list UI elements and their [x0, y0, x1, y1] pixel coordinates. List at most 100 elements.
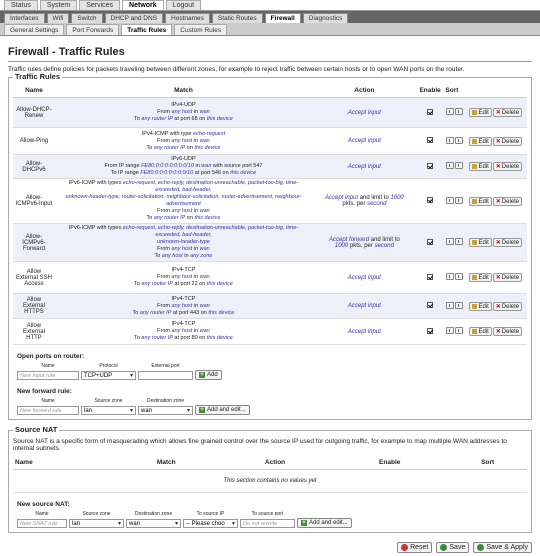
nav2-tab-dhcp-and-dns[interactable]: DHCP and DNS [104, 13, 164, 23]
top-menu: Status System Services Network Logout [0, 0, 540, 11]
empty-row: This section contains no values yet [13, 469, 527, 493]
rule-buttons: Edit ✕Delete [466, 97, 527, 128]
protocol-select[interactable]: TCP+UDP [81, 371, 136, 380]
enable-checkbox[interactable] [427, 162, 434, 169]
delete-button[interactable]: ✕Delete [492, 327, 523, 336]
match-text: To [132, 309, 140, 316]
empty-message: This section contains no values yet [13, 469, 527, 493]
edit-button[interactable]: Edit [469, 238, 492, 247]
move-up-button[interactable] [445, 162, 454, 169]
match-text: To IP range [110, 170, 141, 176]
save-apply-label: Save & Apply [486, 543, 528, 551]
move-down-button[interactable] [454, 162, 463, 169]
nav3-tab-general-settings[interactable]: General Settings [4, 24, 65, 35]
move-down-button[interactable] [454, 301, 463, 309]
edit-button[interactable]: Edit [469, 327, 492, 336]
edit-button[interactable]: Edit [469, 196, 492, 206]
delete-button[interactable]: ✕Delete [492, 301, 523, 311]
move-down-button[interactable] [454, 327, 463, 334]
move-up-button[interactable] [445, 136, 454, 144]
nav2-tab-diagnostics[interactable]: Diagnostics [302, 13, 349, 23]
move-up-button[interactable] [445, 301, 454, 309]
enable-checkbox[interactable] [427, 238, 434, 245]
save-apply-button[interactable]: Save & Apply [473, 542, 532, 553]
move-up-button[interactable] [445, 327, 454, 334]
table-row: Allow External HTTPS IPv4-TCP From any h… [13, 293, 527, 319]
move-up-button[interactable] [445, 108, 454, 115]
enable-checkbox[interactable] [427, 137, 434, 143]
top-menu-tab-status[interactable]: Status [4, 0, 38, 10]
enable-checkbox[interactable] [427, 108, 434, 115]
top-menu-tab-network[interactable]: Network [122, 0, 164, 10]
move-down-button[interactable] [454, 108, 463, 115]
nav2-tab-wifi[interactable]: Wifi [46, 13, 70, 23]
move-up-button[interactable] [445, 238, 454, 245]
reset-button[interactable]: Reset [397, 542, 433, 553]
to-source-port-input[interactable]: Do not rewrite [240, 519, 295, 528]
top-menu-tab-system[interactable]: System [39, 0, 78, 10]
top-menu-tab-logout[interactable]: Logout [165, 0, 202, 10]
open-ports-name-col: Name New input rule [17, 363, 79, 380]
snat-dst-col: Destination zone wan [126, 511, 181, 528]
nav2-tab-firewall[interactable]: Firewall [264, 13, 301, 23]
action-text: second [367, 201, 387, 207]
move-down-button[interactable] [454, 273, 463, 280]
rule-sort-cell [443, 127, 467, 155]
edit-button[interactable]: Edit [469, 162, 492, 171]
match-proto: IPv6-ICMP with types echo-request, echo-… [57, 180, 310, 194]
delete-button[interactable]: ✕Delete [492, 136, 523, 146]
add-forward-button[interactable]: + Add and edit... [195, 405, 250, 415]
field-label: Name [35, 511, 49, 517]
edit-button[interactable]: Edit [469, 273, 492, 282]
enable-checkbox[interactable] [427, 273, 434, 280]
destination-zone-select[interactable]: wan [138, 406, 193, 415]
open-ports-form: Name New input rule Protocol TCP+UDP Exter… [17, 363, 527, 380]
action-text: 1000 [390, 195, 404, 201]
match-text: any router IP [153, 215, 186, 221]
edit-button[interactable]: Edit [469, 301, 492, 311]
delete-label: Delete [501, 198, 520, 205]
match-text: To [146, 144, 154, 151]
match-text: wan [199, 302, 210, 309]
match-text: any host [171, 208, 193, 214]
delete-button[interactable]: ✕Delete [492, 196, 523, 206]
move-up-button[interactable] [445, 273, 454, 280]
move-up-button[interactable] [445, 196, 454, 204]
edit-button[interactable]: Edit [469, 136, 492, 146]
add-snat-button[interactable]: + Add and edit... [297, 518, 352, 528]
delete-button[interactable]: ✕Delete [492, 238, 523, 247]
nav2-tab-hostnames[interactable]: Hostnames [165, 13, 210, 23]
open-ports-name-input[interactable]: New input rule [17, 371, 79, 380]
move-down-button[interactable] [454, 196, 463, 204]
nav3-tab-traffic-rules[interactable]: Traffic Rules [121, 24, 173, 35]
external-port-input[interactable] [138, 371, 193, 380]
delete-button[interactable]: ✕Delete [492, 273, 523, 282]
enable-checkbox[interactable] [427, 327, 434, 334]
nav2-tab-static-routes[interactable]: Static Routes [211, 13, 263, 23]
page-title: Firewall - Traffic Rules [8, 46, 532, 62]
snat-name-input[interactable]: New SNAT rule [17, 519, 67, 528]
add-label: Add [207, 371, 218, 378]
nav2-tab-interfaces[interactable]: Interfaces [4, 13, 45, 23]
edit-button[interactable]: Edit [469, 108, 492, 117]
match-from: From any host in wan [57, 303, 310, 310]
snat-destination-zone-select[interactable]: wan [126, 519, 181, 528]
move-down-button[interactable] [454, 136, 463, 144]
add-port-button[interactable]: + Add [195, 370, 222, 380]
forward-name-input[interactable]: New forward rule [17, 406, 79, 415]
nav2-tab-switch[interactable]: Switch [71, 13, 103, 23]
rule-sort-cell [443, 318, 467, 345]
match-text: at port 80 on [172, 335, 207, 341]
move-down-button[interactable] [454, 238, 463, 245]
save-button[interactable]: Save [436, 542, 470, 553]
snat-source-zone-select[interactable]: lan [69, 519, 124, 528]
delete-button[interactable]: ✕Delete [492, 162, 523, 171]
source-zone-select[interactable]: lan [81, 406, 136, 415]
nav3-tab-custom-rules[interactable]: Custom Rules [174, 24, 228, 35]
top-menu-tab-services[interactable]: Services [79, 0, 121, 10]
nav3-tab-port-forwards[interactable]: Port Forwards [66, 24, 120, 35]
to-source-ip-select[interactable]: -- Please choo [183, 519, 238, 528]
enable-checkbox[interactable] [427, 197, 434, 203]
enable-checkbox[interactable] [427, 302, 434, 308]
delete-button[interactable]: ✕Delete [492, 108, 523, 117]
